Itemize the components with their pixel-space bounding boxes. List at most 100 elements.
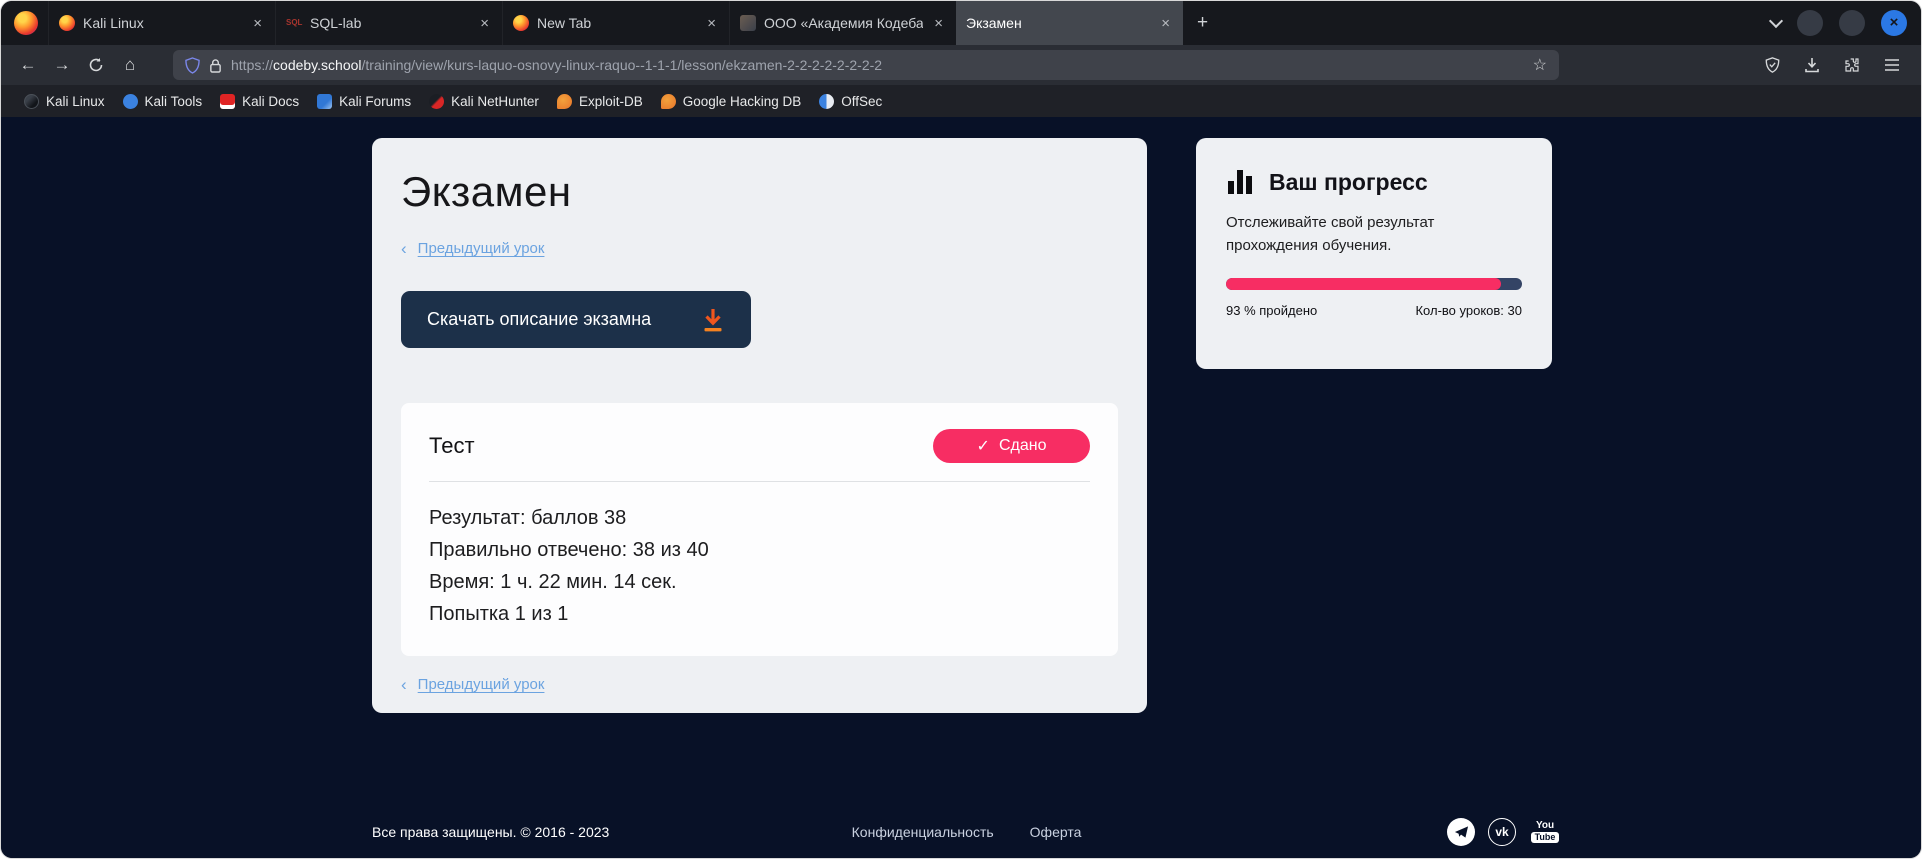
back-button[interactable]: ← (11, 50, 45, 80)
test-title: Тест (429, 433, 475, 459)
site-icon (740, 15, 756, 31)
lessons-count-label: Кол-во уроков: 30 (1415, 303, 1522, 318)
result-time-line: Время: 1 ч. 22 мин. 14 сек. (429, 572, 1090, 592)
result-attempt-line: Попытка 1 из 1 (429, 604, 1090, 624)
bookmarks-bar: Kali Linux Kali Tools Kali Docs Kali For… (1, 85, 1921, 117)
browser-window: Kali Linux × SQL SQL-lab × New Tab × ООО… (0, 0, 1922, 859)
bookmark-label: Kali NetHunter (451, 94, 539, 109)
bookmark-star-icon[interactable]: ☆ (1533, 55, 1547, 75)
bookmark-label: Kali Docs (242, 94, 299, 109)
progress-bar (1226, 278, 1522, 290)
progress-title: Ваш прогресс (1269, 169, 1428, 196)
bookmark-kali-tools[interactable]: Kali Tools (114, 88, 212, 114)
bookmark-kali-linux[interactable]: Kali Linux (15, 88, 114, 114)
page-footer: Все права защищены. © 2016 - 2023 Конфид… (372, 818, 1561, 846)
bookmark-kali-docs[interactable]: Kali Docs (211, 88, 308, 114)
bookmark-exploit-db[interactable]: Exploit-DB (548, 88, 652, 114)
url-text: https://codeby.school/training/view/kurs… (231, 57, 1524, 73)
telegram-icon[interactable] (1447, 818, 1475, 846)
home-button[interactable]: ⌂ (113, 50, 147, 80)
progress-bar-fill (1226, 278, 1501, 290)
offer-link[interactable]: Оферта (1030, 824, 1082, 840)
bookmark-kali-nethunter[interactable]: Kali NetHunter (420, 88, 548, 114)
kali-forums-icon (317, 94, 332, 109)
tab-sql-lab[interactable]: SQL SQL-lab × (275, 1, 502, 45)
page-title: Экзамен (401, 168, 1118, 216)
reload-button[interactable] (79, 50, 113, 80)
firefox-icon (513, 15, 529, 31)
tab-title: Kali Linux (83, 15, 242, 31)
list-tabs-chevron-icon[interactable] (1769, 14, 1783, 28)
bookmark-offsec[interactable]: OffSec (810, 88, 891, 114)
sql-icon: SQL (286, 15, 302, 31)
progress-percent-label: 93 % пройдено (1226, 303, 1317, 318)
bar-chart-icon (1226, 168, 1254, 196)
offsec-icon (819, 94, 834, 109)
test-result-card: Тест ✓ Сдано Результат: баллов 38 Правил… (401, 403, 1118, 656)
extensions-puzzle-icon[interactable] (1835, 50, 1869, 80)
tab-ekzamen-active[interactable]: Экзамен × (956, 1, 1183, 45)
lock-icon[interactable] (209, 58, 222, 73)
close-icon[interactable]: × (477, 15, 492, 32)
google-hacking-db-icon (661, 94, 676, 109)
bookmark-label: Exploit-DB (579, 94, 643, 109)
page-content: Экзамен ‹ Предыдущий урок Скачать описан… (1, 117, 1921, 859)
minimize-button[interactable] (1797, 10, 1823, 36)
divider (429, 481, 1090, 482)
youtube-icon[interactable]: You Tube (1529, 818, 1561, 846)
firefox-icon (59, 15, 75, 31)
tab-new-tab[interactable]: New Tab × (502, 1, 729, 45)
bookmark-kali-forums[interactable]: Kali Forums (308, 88, 420, 114)
close-icon[interactable]: × (1158, 15, 1173, 32)
vk-icon[interactable]: vk (1488, 818, 1516, 846)
copyright-text: Все права защищены. © 2016 - 2023 (372, 824, 852, 840)
downloads-icon[interactable] (1795, 50, 1829, 80)
kali-tools-icon (123, 94, 138, 109)
tab-title: New Tab (537, 15, 696, 31)
kali-linux-icon (24, 94, 39, 109)
progress-card: Ваш прогресс Отслеживайте свой результат… (1196, 138, 1552, 369)
exploit-db-icon (557, 94, 572, 109)
download-icon (701, 307, 725, 333)
navigation-toolbar: ← → ⌂ https://codeby.school/training/vie… (1, 45, 1921, 85)
chevron-left-icon: ‹ (401, 240, 407, 257)
bookmark-label: Kali Tools (145, 94, 203, 109)
url-bar[interactable]: https://codeby.school/training/view/kurs… (173, 50, 1559, 80)
result-correct-line: Правильно отвечено: 38 из 40 (429, 540, 1090, 560)
previous-lesson-label: Предыдущий урок (418, 240, 545, 257)
tab-akademiya-codeby[interactable]: ООО «Академия Кодеба × (729, 1, 956, 45)
window-close-button[interactable]: × (1881, 10, 1907, 36)
download-button-label: Скачать описание экзамна (427, 309, 651, 330)
protections-shield-icon[interactable] (1755, 50, 1789, 80)
privacy-link[interactable]: Конфиденциальность (852, 824, 994, 840)
previous-lesson-link-top[interactable]: ‹ Предыдущий урок (401, 240, 1118, 257)
forward-button[interactable]: → (45, 50, 79, 80)
progress-description: Отслеживайте свой результат прохождения … (1226, 211, 1476, 258)
tracking-shield-icon[interactable] (185, 57, 200, 74)
passed-status-badge: ✓ Сдано (933, 429, 1090, 463)
result-score-line: Результат: баллов 38 (429, 508, 1090, 528)
close-icon[interactable]: × (250, 15, 265, 32)
bookmark-google-hacking-db[interactable]: Google Hacking DB (652, 88, 811, 114)
previous-lesson-link-bottom[interactable]: ‹ Предыдущий урок (401, 676, 1118, 693)
download-exam-description-button[interactable]: Скачать описание экзамна (401, 291, 751, 348)
bookmark-label: OffSec (841, 94, 882, 109)
firefox-logo-icon (14, 11, 38, 35)
maximize-button[interactable] (1839, 10, 1865, 36)
kali-nethunter-icon (429, 94, 444, 109)
close-icon[interactable]: × (931, 15, 946, 32)
bookmark-label: Google Hacking DB (683, 94, 802, 109)
tab-kali-linux[interactable]: Kali Linux × (48, 1, 275, 45)
tab-bar: Kali Linux × SQL SQL-lab × New Tab × ООО… (1, 1, 1921, 45)
tab-title: ООО «Академия Кодеба (764, 15, 923, 31)
new-tab-button[interactable]: + (1183, 12, 1222, 34)
close-icon[interactable]: × (704, 15, 719, 32)
kali-docs-icon (220, 94, 235, 109)
tab-title: Экзамен (966, 15, 1150, 31)
badge-label: Сдано (999, 437, 1047, 455)
previous-lesson-label: Предыдущий урок (418, 676, 545, 693)
tab-title: SQL-lab (310, 15, 469, 31)
menu-hamburger-icon[interactable] (1875, 50, 1909, 80)
bookmark-label: Kali Linux (46, 94, 105, 109)
bookmark-label: Kali Forums (339, 94, 411, 109)
